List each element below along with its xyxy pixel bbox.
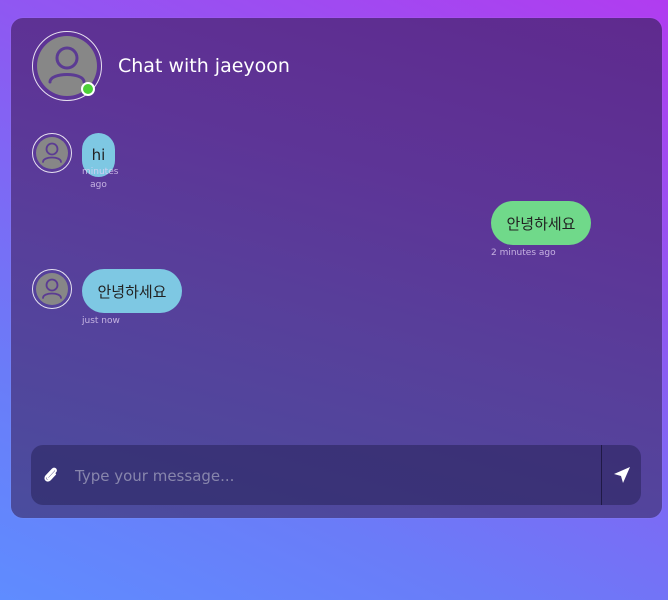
user-icon xyxy=(42,142,62,163)
chat-header: Chat with jaeyoon xyxy=(32,31,632,103)
message-avatar xyxy=(32,133,72,173)
send-icon xyxy=(613,467,630,483)
message-timestamp: just now xyxy=(82,316,120,326)
message-timestamp: 2 minutes ago xyxy=(491,248,556,258)
online-status-dot xyxy=(81,82,95,96)
contact-avatar[interactable] xyxy=(32,31,102,101)
chat-window: Chat with jaeyoon hi minutes ago 안녕하세요 2… xyxy=(11,18,662,518)
chat-title: Chat with jaeyoon xyxy=(118,55,290,77)
message-bubble-incoming: 안녕하세요 xyxy=(82,269,182,313)
message-composer xyxy=(31,445,641,505)
attach-button[interactable] xyxy=(39,462,63,488)
paperclip-icon xyxy=(44,467,57,482)
user-icon xyxy=(42,278,62,299)
message-timestamp: minutes ago xyxy=(82,167,119,190)
send-button[interactable] xyxy=(602,445,641,505)
message-avatar xyxy=(32,269,72,309)
message-bubble-outgoing: 안녕하세요 xyxy=(491,201,591,245)
message-input[interactable] xyxy=(73,459,597,493)
